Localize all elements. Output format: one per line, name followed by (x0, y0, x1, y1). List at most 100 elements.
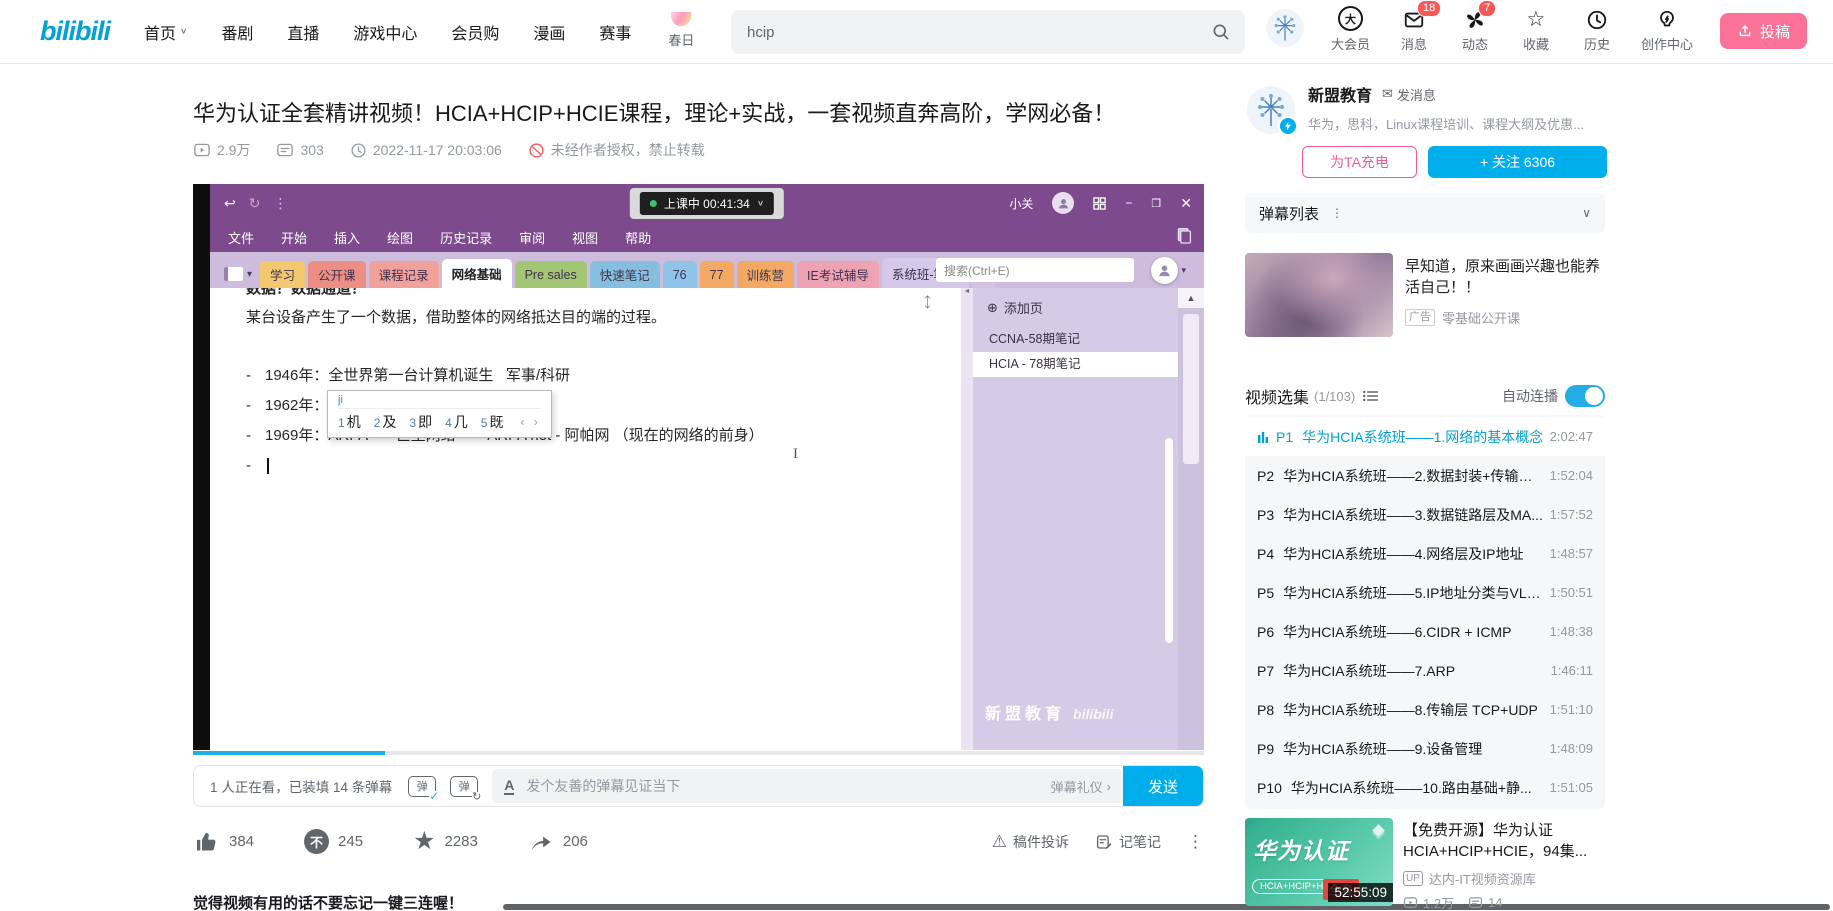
danmaku-input[interactable] (524, 777, 1040, 795)
more-icon[interactable]: ⋮ (1331, 206, 1343, 220)
nav-esports[interactable]: 赛事 (599, 20, 631, 44)
playlist-item[interactable]: P8华为HCIA系统班——8.传输层 TCP+UDP1:51:10 (1245, 690, 1605, 729)
tab-xunlianying[interactable]: 训练营 (737, 261, 795, 288)
like-button[interactable]: 384 (193, 828, 254, 855)
add-page-button[interactable]: ⊕ 添加页 (973, 288, 1178, 327)
ime-candidate[interactable]: 1机 (338, 412, 361, 432)
related-uploader[interactable]: UP 达内-IT视频资源库 (1403, 869, 1587, 888)
nav-game-center[interactable]: 游戏中心 (353, 20, 417, 44)
report-button[interactable]: ⚠ 稿件投诉 (992, 832, 1069, 852)
menu-draw[interactable]: 绘图 (387, 228, 413, 247)
scroll-up-arrow[interactable]: ▲ (1178, 288, 1204, 308)
danmaku-etiquette-link[interactable]: 弹幕礼仪› (1051, 777, 1111, 796)
favorite-button[interactable]: ★ 2283 (413, 829, 478, 854)
tab-76[interactable]: 76 (663, 261, 697, 288)
nav-feed[interactable]: 7 动态 (1458, 7, 1492, 53)
tab-presales[interactable]: Pre sales (515, 261, 587, 288)
playlist-item[interactable]: P3华为HCIA系统班——3.数据链路层及MA...1:57:52 (1245, 495, 1605, 534)
onenote-share-button[interactable]: ▾ (1151, 257, 1186, 284)
nav-shop[interactable]: 会员购 (451, 20, 499, 44)
page-item-current[interactable]: HCIA - 78期笔记 (973, 352, 1178, 377)
danmaku-toggle-icon[interactable]: 弹✓ (408, 776, 436, 797)
menu-history[interactable]: 历史记录 (440, 228, 492, 247)
ime-candidate[interactable]: 3即 (409, 412, 432, 432)
window-scrollbar[interactable]: ▲ (1178, 288, 1204, 750)
class-status-pill[interactable]: 上课中 00:41:34 ∨ (630, 188, 784, 219)
related-video-card[interactable]: 华为认证 HCIA+HCIP+HCIE 全套 52:55:09 【免费开源】华为… (1245, 818, 1607, 911)
more-actions-icon[interactable]: ⋮ (1187, 832, 1204, 852)
playlist-item-current[interactable]: P1华为HCIA系统班——1.网络的基本概念2:02:47 (1245, 417, 1605, 456)
layout-icon[interactable] (1093, 197, 1106, 210)
seasonal-event[interactable]: 春日 (661, 14, 701, 49)
menu-help[interactable]: 帮助 (625, 228, 651, 247)
page-item[interactable]: CCNA-58期笔记 (973, 327, 1178, 352)
tab-kechengjilu[interactable]: 课程记录 (369, 261, 439, 288)
playlist-item[interactable]: P5华为HCIA系统班——5.IP地址分类与VLSM1:50:51 (1245, 573, 1605, 612)
note-button[interactable]: 记笔记 (1095, 832, 1161, 852)
nav-messages[interactable]: 18 消息 (1397, 7, 1431, 53)
scrollbar-thumb[interactable] (1183, 314, 1199, 464)
ime-candidate[interactable]: 5既 (481, 412, 504, 432)
danmaku-list-header[interactable]: 弹幕列表 ⋮ ∨ (1245, 193, 1605, 233)
bilibili-logo[interactable]: bilibili (40, 16, 110, 47)
tab-kuaisubiji[interactable]: 快速笔记 (590, 261, 660, 288)
playlist-item[interactable]: P6华为HCIA系统班——6.CIDR + ICMP1:48:38 (1245, 612, 1605, 651)
tab-wangluojichu[interactable]: 网络基础 (442, 259, 512, 288)
video-player[interactable]: ↩ ↻ ⋮ 上课中 00:41:34 ∨ 小关 (193, 184, 1204, 757)
list-view-icon[interactable] (1363, 389, 1379, 403)
ime-pager[interactable]: ‹ › (520, 415, 540, 429)
menu-home[interactable]: 开始 (281, 228, 307, 247)
uploader-name[interactable]: 新盟教育 (1308, 82, 1372, 106)
text-style-icon[interactable]: A (504, 778, 514, 795)
nav-manga[interactable]: 漫画 (533, 20, 565, 44)
search-icon[interactable] (1211, 22, 1231, 42)
nav-live[interactable]: 直播 (287, 20, 319, 44)
panel-scrollbar-thumb[interactable] (1165, 438, 1173, 643)
clipboard-icon[interactable] (1176, 226, 1192, 244)
tab-xuexi[interactable]: 学习 (260, 261, 305, 288)
ad-card[interactable]: 早知道，原来画画兴趣也能养活自己！！ 广告 零基础公开课 (1245, 253, 1607, 337)
playlist-item[interactable]: P10华为HCIA系统班——10.路由基础+静...1:51:05 (1245, 768, 1605, 807)
charge-button[interactable]: 为TA充电 (1302, 146, 1417, 178)
playlist-item[interactable]: P2华为HCIA系统班——2.数据封装+传输介质1:52:04 (1245, 456, 1605, 495)
coin-button[interactable]: 不 245 (304, 829, 363, 854)
send-message-link[interactable]: ✉ 发消息 (1382, 85, 1436, 104)
menu-view[interactable]: 视图 (572, 228, 598, 247)
tab-77[interactable]: 77 (700, 261, 734, 288)
nav-vip[interactable]: 大 大会员 (1331, 7, 1370, 53)
horizontal-scrollbar[interactable] (503, 904, 1830, 910)
share-button[interactable]: 206 (528, 829, 588, 855)
nav-home[interactable]: 首页∨ (144, 20, 187, 44)
autoplay-toggle[interactable] (1565, 385, 1605, 407)
nav-bangumi[interactable]: 番剧 (221, 20, 253, 44)
notebook-icon[interactable]: ▾ (224, 267, 252, 281)
account-avatar[interactable] (1052, 192, 1074, 214)
ime-candidate[interactable]: 4几 (445, 412, 468, 432)
search-input[interactable] (745, 23, 1211, 42)
tab-ie-kaoshi[interactable]: IE考试辅导 (797, 261, 879, 288)
minimize-button[interactable]: − (1125, 196, 1132, 210)
upload-button[interactable]: 投稿 (1720, 13, 1807, 49)
restore-button[interactable]: ❒ (1151, 197, 1161, 210)
playlist-item[interactable]: P7华为HCIA系统班——7.ARP1:46:11 (1245, 651, 1605, 690)
send-button[interactable]: 发送 (1123, 766, 1203, 806)
close-button[interactable]: ✕ (1180, 195, 1192, 212)
menu-file[interactable]: 文件 (228, 228, 254, 247)
playlist-item[interactable]: P9华为HCIA系统班——9.设备管理1:48:09 (1245, 729, 1605, 768)
nav-favorites[interactable]: ☆ 收藏 (1519, 7, 1553, 53)
playback-progress-bar[interactable] (193, 751, 1204, 755)
onenote-search-input[interactable]: 搜索(Ctrl+E) (936, 258, 1134, 282)
danmaku-settings-icon[interactable]: 弹↻ (450, 776, 478, 797)
menu-insert[interactable]: 插入 (334, 228, 360, 247)
tab-gongkaike[interactable]: 公开课 (308, 261, 366, 288)
playlist-item[interactable]: P4华为HCIA系统班——4.网络层及IP地址1:48:57 (1245, 534, 1605, 573)
avatar[interactable] (1266, 9, 1304, 47)
follow-button[interactable]: + 关注 6306 (1428, 146, 1607, 178)
nav-creator-center[interactable]: 创作中心 (1641, 7, 1693, 53)
menu-review[interactable]: 审阅 (519, 228, 545, 247)
nav-history[interactable]: 历史 (1580, 7, 1614, 53)
note-canvas[interactable]: 数据？数据通道？ 某台设备产生了一个数据，借助整体的网络抵达目的端的过程。 -1… (210, 288, 961, 750)
uploader-avatar[interactable] (1247, 86, 1295, 134)
panel-collapse-strip[interactable]: ◄ (961, 288, 973, 750)
ime-candidate[interactable]: 2及 (374, 412, 397, 432)
